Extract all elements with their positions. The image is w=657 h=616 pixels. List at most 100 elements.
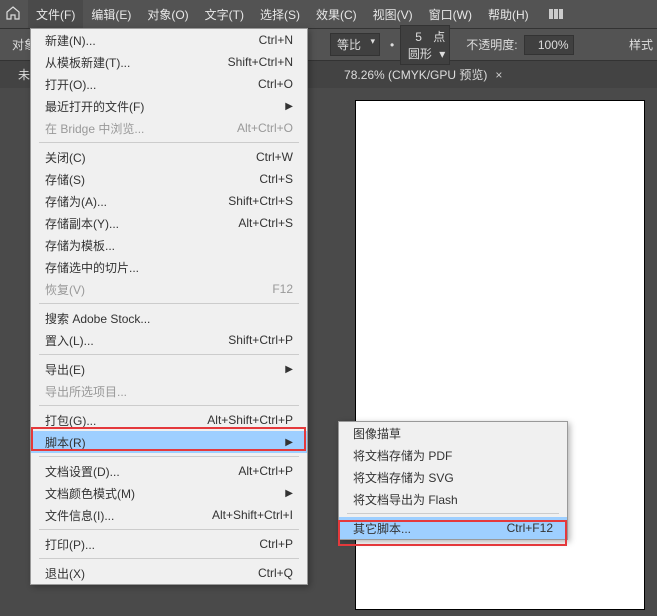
menu-item-label: 在 Bridge 中浏览... [45, 120, 144, 137]
stroke-value[interactable]: 5 点圆形 ▾ [400, 25, 450, 65]
menu-item-shortcut: Ctrl+W [256, 150, 293, 164]
menu-separator [347, 513, 559, 514]
menu-item-label: 新建(N)... [45, 32, 96, 49]
menu-item[interactable]: 将文档导出为 Flash [339, 488, 567, 510]
menu-item-label: 存储为(A)... [45, 193, 107, 210]
opacity-value[interactable]: 100% [524, 35, 574, 55]
menu-item[interactable]: 打印(P)... Ctrl+P [31, 533, 307, 555]
menu-item-shortcut: Shift+Ctrl+N [228, 55, 293, 69]
menu-item-label: 导出所选项目... [45, 383, 127, 400]
menu-item[interactable]: 打包(G)... Alt+Shift+Ctrl+P [31, 409, 307, 431]
menu-item-label: 存储副本(Y)... [45, 215, 119, 232]
menu-item-shortcut: Ctrl+S [259, 172, 293, 186]
menu-item-label: 存储(S) [45, 171, 85, 188]
menubar: 文件(F)编辑(E)对象(O)文字(T)选择(S)效果(C)视图(V)窗口(W)… [0, 0, 657, 28]
file-menu: 新建(N)... Ctrl+N 从模板新建(T)... Shift+Ctrl+N 打开(… [30, 28, 308, 585]
menu-item[interactable]: 存储(S) Ctrl+S [31, 168, 307, 190]
menu-item[interactable]: 导出(E) ▶ [31, 358, 307, 380]
menu-item-label: 存储为模板... [45, 237, 115, 254]
menu-separator [39, 529, 299, 530]
menu-item[interactable]: 脚本(R) ▶ [31, 431, 307, 453]
menu-item[interactable]: 文档设置(D)... Alt+Ctrl+P [31, 460, 307, 482]
menu-item-label: 其它脚本... [353, 520, 411, 537]
menu-item-label: 打开(O)... [45, 76, 96, 93]
menu-item-shortcut: Alt+Ctrl+O [237, 121, 293, 135]
menu-item-label: 图像描草 [353, 425, 401, 442]
menu-separator [39, 354, 299, 355]
menu-item[interactable]: 新建(N)... Ctrl+N [31, 29, 307, 51]
menu-item-shortcut: Ctrl+O [258, 77, 293, 91]
menu-separator [39, 303, 299, 304]
layout-icon[interactable] [549, 9, 563, 19]
menu-item-shortcut: Ctrl+F12 [507, 521, 553, 535]
menu-item-label: 导出(E) [45, 361, 85, 378]
menubar-item[interactable]: 帮助(H) [480, 0, 537, 28]
menu-item[interactable]: 关闭(C) Ctrl+W [31, 146, 307, 168]
menu-item-shortcut: Shift+Ctrl+P [228, 333, 293, 347]
tab-zoom-info: 78.26% (CMYK/GPU 预览) [344, 66, 487, 83]
menu-separator [39, 405, 299, 406]
home-icon[interactable] [6, 6, 20, 25]
menubar-item[interactable]: 文字(T) [197, 0, 252, 28]
menubar-item[interactable]: 效果(C) [308, 0, 365, 28]
menu-separator [39, 558, 299, 559]
menu-item[interactable]: 存储副本(Y)... Alt+Ctrl+S [31, 212, 307, 234]
scripts-submenu: 图像描草将文档存储为 PDF 将文档存储为 SVG 将文档导出为 Flash 其它脚本… [338, 421, 568, 540]
menu-item[interactable]: 图像描草 [339, 422, 567, 444]
menu-item[interactable]: 文档颜色模式(M) ▶ [31, 482, 307, 504]
compare-dropdown[interactable]: 等比 [330, 33, 380, 56]
menu-item[interactable]: 从模板新建(T)... Shift+Ctrl+N [31, 51, 307, 73]
menu-item-shortcut: Alt+Shift+Ctrl+I [212, 508, 293, 522]
menu-item-label: 置入(L)... [45, 332, 94, 349]
menubar-item[interactable]: 选择(S) [252, 0, 308, 28]
menubar-item[interactable]: 编辑(E) [83, 0, 139, 28]
submenu-arrow-icon: ▶ [285, 437, 293, 448]
submenu-arrow-icon: ▶ [285, 364, 293, 375]
menu-item[interactable]: 将文档存储为 PDF [339, 444, 567, 466]
menu-item-label: 关闭(C) [45, 149, 86, 166]
menu-item[interactable]: 打开(O)... Ctrl+O [31, 73, 307, 95]
style-button[interactable]: 样式 [629, 36, 653, 53]
menu-item-label: 文档设置(D)... [45, 463, 120, 480]
menu-item-label: 搜索 Adobe Stock... [45, 310, 150, 327]
menu-item-label: 退出(X) [45, 565, 85, 582]
menu-separator [39, 142, 299, 143]
menu-item-label: 脚本(R) [45, 434, 86, 451]
close-icon[interactable]: × [495, 68, 502, 82]
menu-item-label: 存储选中的切片... [45, 259, 139, 276]
opacity-label: 不透明度: [466, 36, 517, 53]
menu-item-label: 将文档导出为 Flash [353, 491, 458, 508]
menu-item[interactable]: 置入(L)... Shift+Ctrl+P [31, 329, 307, 351]
menu-item-label: 文档颜色模式(M) [45, 485, 135, 502]
menu-item-label: 打印(P)... [45, 536, 95, 553]
menu-item-shortcut: Shift+Ctrl+S [228, 194, 293, 208]
menu-item[interactable]: 存储选中的切片... [31, 256, 307, 278]
menu-item[interactable]: 搜索 Adobe Stock... [31, 307, 307, 329]
menu-item-shortcut: Alt+Shift+Ctrl+P [207, 413, 293, 427]
menu-separator [39, 456, 299, 457]
submenu-arrow-icon: ▶ [285, 101, 293, 112]
submenu-arrow-icon: ▶ [285, 488, 293, 499]
menu-item-shortcut: F12 [272, 282, 293, 296]
menu-item-shortcut: Ctrl+Q [258, 566, 293, 580]
menu-item[interactable]: 退出(X) Ctrl+Q [31, 562, 307, 584]
menu-item-shortcut: Ctrl+N [259, 33, 293, 47]
menu-item-label: 将文档存储为 SVG [353, 469, 454, 486]
menu-item-label: 文件信息(I)... [45, 507, 114, 524]
menu-item[interactable]: 文件信息(I)... Alt+Shift+Ctrl+I [31, 504, 307, 526]
menu-item[interactable]: 将文档存储为 SVG [339, 466, 567, 488]
menu-item[interactable]: 存储为(A)... Shift+Ctrl+S [31, 190, 307, 212]
menu-item-label: 从模板新建(T)... [45, 54, 130, 71]
menu-item-label: 打包(G)... [45, 412, 96, 429]
menubar-item[interactable]: 文件(F) [28, 0, 83, 28]
menu-item-shortcut: Ctrl+P [259, 537, 293, 551]
menu-item-shortcut: Alt+Ctrl+P [238, 464, 293, 478]
menu-item-shortcut: Alt+Ctrl+S [238, 216, 293, 230]
menu-item-label: 将文档存储为 PDF [353, 447, 452, 464]
menu-item-label: 恢复(V) [45, 281, 85, 298]
menubar-item[interactable]: 对象(O) [139, 0, 196, 28]
menu-item[interactable]: 最近打开的文件(F)▶ [31, 95, 307, 117]
menu-item[interactable]: 存储为模板... [31, 234, 307, 256]
menu-item: 恢复(V) F12 [31, 278, 307, 300]
menu-item[interactable]: 其它脚本... Ctrl+F12 [339, 517, 567, 539]
